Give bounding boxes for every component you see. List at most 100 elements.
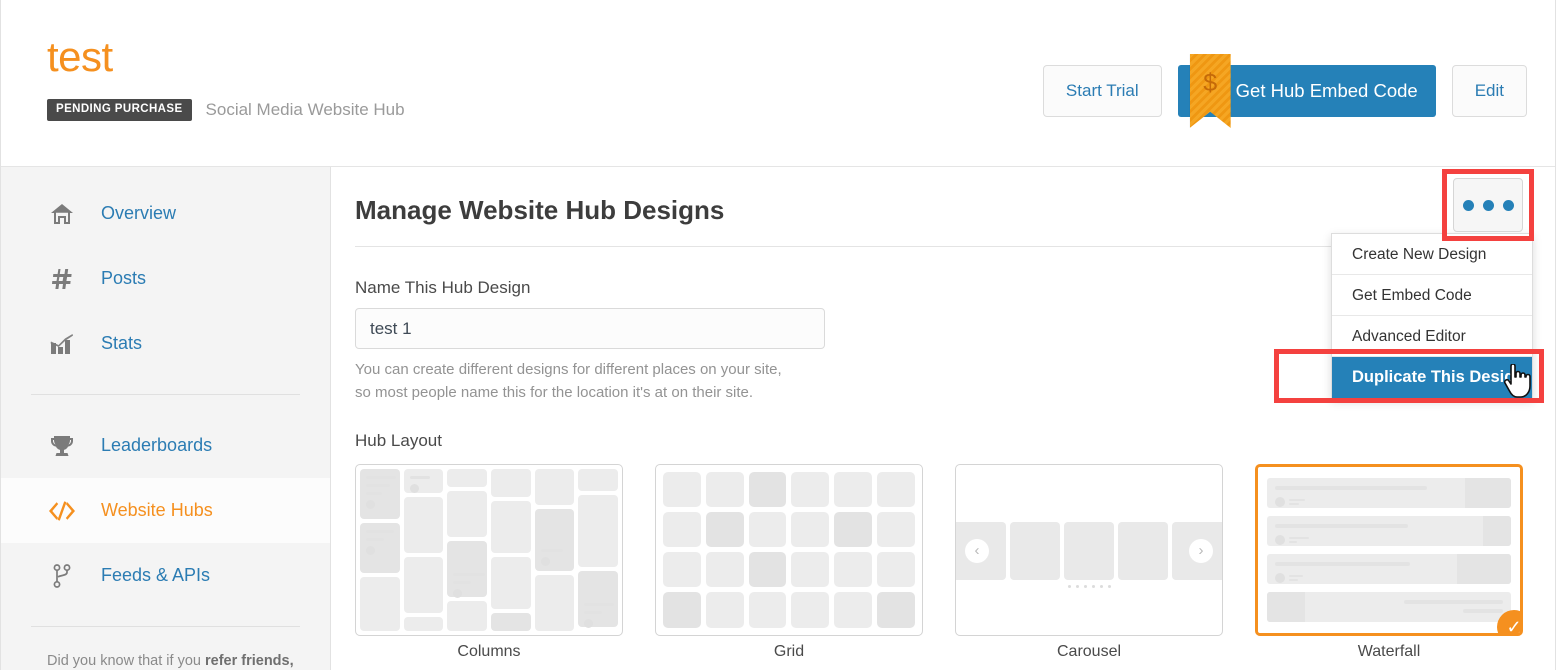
grid-cell	[791, 592, 830, 628]
referral-note-text: Did you know that if you	[47, 653, 205, 669]
preview-tile	[360, 576, 400, 631]
hub-type-label: Social Media Website Hub	[205, 99, 405, 119]
menu-item-create-new-design[interactable]: Create New Design	[1332, 234, 1532, 275]
waterfall-row	[1267, 477, 1511, 508]
waterfall-row-body	[1267, 516, 1483, 546]
waterfall-preview	[1258, 467, 1520, 633]
grid-cell	[748, 552, 787, 588]
referral-note: Did you know that if you refer friends,	[1, 645, 330, 670]
grid-cell	[791, 471, 830, 507]
grid-cell	[705, 471, 744, 507]
kebab-menu-icon[interactable]	[1453, 178, 1523, 232]
sidebar-item-label: Overview	[101, 203, 177, 223]
preview-tile	[403, 468, 444, 493]
preview-column	[403, 468, 444, 631]
sidebar-item-feeds-apis[interactable]: Feeds & APIs	[1, 543, 330, 608]
carousel-dots	[956, 584, 1222, 588]
preview-tile	[491, 556, 531, 609]
preview-tile	[534, 468, 575, 505]
grid-cell	[877, 592, 915, 628]
grid-cell	[748, 471, 787, 507]
grid-cell	[791, 511, 830, 547]
chevron-right-icon: ›	[1189, 538, 1213, 563]
layout-option-carousel[interactable]: ‹ › Carousel	[955, 463, 1223, 661]
grid-cell	[663, 592, 701, 628]
sidebar-item-website-hubs[interactable]: Website Hubs	[1, 478, 330, 543]
sidebar-item-label: Leaderboards	[101, 435, 213, 455]
kebab-dot	[1462, 199, 1474, 211]
get-hub-embed-code-wrapper: Get Hub Embed Code $	[1177, 54, 1436, 128]
grid-cell	[705, 552, 744, 588]
preview-tile	[491, 468, 531, 497]
preview-tile	[447, 468, 488, 487]
grid-cell	[834, 552, 873, 588]
preview-tile	[360, 522, 400, 573]
start-trial-button[interactable]: Start Trial	[1042, 65, 1162, 117]
preview-tile	[403, 496, 444, 553]
sidebar-item-overview[interactable]: Overview	[1, 181, 330, 246]
waterfall-row-image	[1267, 591, 1305, 622]
page-header: test PENDING PURCHASE Social Media Websi…	[1, 0, 1555, 167]
kebab-dot	[1502, 199, 1514, 211]
menu-item-get-embed-code[interactable]: Get Embed Code	[1332, 275, 1532, 316]
layout-label: Columns	[457, 642, 521, 660]
kebab-dot	[1482, 199, 1494, 211]
hub-design-name-input[interactable]	[355, 308, 825, 349]
sidebar: Overview Posts Stats Leaderboards Websit…	[1, 167, 331, 670]
menu-item-advanced-editor[interactable]: Advanced Editor	[1332, 316, 1532, 357]
hub-title: test	[47, 33, 113, 80]
grid-cell	[663, 471, 701, 507]
waterfall-row	[1267, 515, 1511, 546]
code-icon	[47, 498, 77, 524]
status-badge: PENDING PURCHASE	[47, 99, 192, 121]
carousel-item	[1064, 521, 1114, 580]
layout-option-waterfall[interactable]: ✓ Waterfall	[1255, 463, 1523, 661]
layout-label: Grid	[773, 642, 805, 660]
sidebar-item-leaderboards[interactable]: Leaderboards	[1, 413, 330, 478]
edit-button[interactable]: Edit	[1451, 65, 1527, 117]
preview-tile	[534, 508, 575, 571]
sidebar-divider-bottom	[31, 626, 300, 627]
preview-column	[534, 468, 575, 631]
layout-option-grid[interactable]: Grid	[655, 463, 923, 661]
carousel-preview: ‹ ›	[956, 465, 1222, 635]
preview-tile	[578, 570, 619, 628]
sidebar-item-posts[interactable]: Posts	[1, 246, 330, 311]
grid-cell	[877, 471, 915, 507]
layout-option-columns[interactable]: Columns	[355, 463, 623, 661]
grid-cell	[748, 592, 787, 628]
menu-item-duplicate-this-design[interactable]: Duplicate This Design	[1332, 357, 1532, 398]
layout-label: Waterfall	[1357, 642, 1421, 660]
sidebar-item-stats[interactable]: Stats	[1, 311, 330, 376]
grid-cell	[834, 471, 873, 507]
grid-cell	[748, 511, 787, 547]
preview-tile	[578, 494, 619, 567]
waterfall-row-image	[1457, 553, 1511, 584]
grid-cell	[663, 511, 701, 547]
hub-subtitle-row: PENDING PURCHASE Social Media Website Hu…	[47, 99, 405, 121]
columns-preview	[356, 465, 622, 635]
waterfall-row	[1267, 553, 1511, 584]
waterfall-row-body	[1267, 554, 1457, 584]
header-actions: Start Trial Get Hub Embed Code $ Edit	[1042, 54, 1527, 128]
grid-preview	[656, 465, 922, 635]
preview-column	[360, 468, 400, 631]
preview-tile	[403, 556, 444, 613]
preview-tile	[447, 490, 488, 537]
grid-cell	[705, 592, 744, 628]
preview-tile	[360, 468, 400, 519]
app-page: test PENDING PURCHASE Social Media Websi…	[0, 0, 1556, 670]
grid-thumbnail[interactable]	[655, 463, 923, 636]
preview-tile	[491, 612, 531, 631]
hub-layout-label: Hub Layout	[355, 430, 442, 450]
columns-thumbnail[interactable]	[355, 463, 623, 636]
page-body: Overview Posts Stats Leaderboards Websit…	[1, 167, 1555, 670]
waterfall-thumbnail[interactable]: ✓	[1255, 463, 1523, 636]
preview-column	[447, 468, 488, 631]
preview-tile	[403, 616, 444, 631]
grid-cell	[834, 511, 873, 547]
layout-label: Carousel	[1056, 642, 1122, 660]
waterfall-row-image	[1483, 515, 1511, 546]
carousel-thumbnail[interactable]: ‹ ›	[955, 463, 1223, 636]
referral-note-link[interactable]: refer friends,	[205, 653, 294, 669]
